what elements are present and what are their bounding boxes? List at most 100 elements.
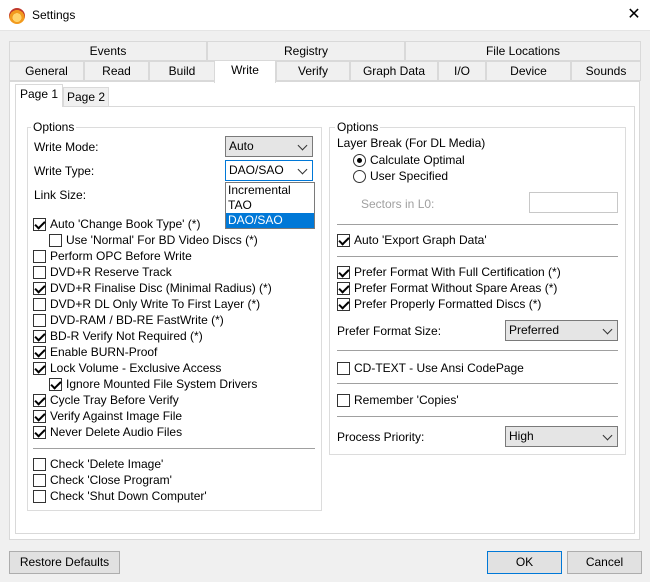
cancel-button[interactable]: Cancel [567,551,642,574]
radio-calculate-optimal[interactable]: Calculate Optimal [353,152,465,168]
checkbox-icon [337,265,350,279]
write-mode-label: Write Mode: [34,140,99,154]
restore-defaults-button[interactable]: Restore Defaults [9,551,120,574]
layer-break-label: Layer Break (For DL Media) [337,136,486,150]
checkbox-icon [33,281,46,295]
write-type-option-tao[interactable]: TAO [226,198,314,213]
check-remember-copies[interactable]: Remember 'Copies' [337,392,459,408]
separator [337,350,618,351]
check-cdtext-ansi[interactable]: CD-TEXT - Use Ansi CodePage [337,360,524,376]
app-icon [9,8,25,24]
check-dvdr-dl-first-layer[interactable]: DVD+R DL Only Write To First Layer (*) [33,296,260,312]
tab-general[interactable]: General [9,61,84,81]
checkbox-icon [49,377,62,391]
tab-graph-data[interactable]: Graph Data [350,61,438,81]
checkbox-icon [337,297,350,311]
check-never-delete-audio[interactable]: Never Delete Audio Files [33,424,182,440]
checkbox-icon [337,281,350,295]
checkbox-icon [33,217,46,231]
ok-button[interactable]: OK [487,551,562,574]
checkbox-icon [33,313,46,327]
priority-value: High [509,429,534,443]
checkbox-icon [33,249,46,263]
tab-file-locations[interactable]: File Locations [405,41,641,61]
check-lock-volume[interactable]: Lock Volume - Exclusive Access [33,360,221,376]
separator [337,256,618,257]
link-size-label: Link Size: [34,188,87,202]
write-type-value: DAO/SAO [229,163,284,177]
check-auto-change-book-type[interactable]: Auto 'Change Book Type' (*) [33,216,200,232]
check-prefer-no-spare[interactable]: Prefer Format Without Spare Areas (*) [337,280,557,296]
right-group-label: Options [335,120,381,134]
checkbox-icon [33,265,46,279]
checkbox-icon [337,393,350,407]
title-bar [0,0,650,31]
tab-page-1[interactable]: Page 1 [15,84,63,107]
check-ignore-mounted-fs[interactable]: Ignore Mounted File System Drivers [49,376,257,392]
check-bdr-verify-not-required[interactable]: BD-R Verify Not Required (*) [33,328,203,344]
close-icon[interactable]: ✕ [622,4,646,26]
check-shut-down-computer[interactable]: Check 'Shut Down Computer' [33,488,207,504]
check-close-program[interactable]: Check 'Close Program' [33,472,172,488]
separator [337,383,618,384]
checkbox-icon [33,457,46,471]
tab-events[interactable]: Events [9,41,207,61]
check-verify-against-image[interactable]: Verify Against Image File [33,408,182,424]
tab-registry[interactable]: Registry [207,41,405,61]
check-cycle-tray[interactable]: Cycle Tray Before Verify [33,392,179,408]
sectors-input[interactable] [529,192,618,213]
sectors-label: Sectors in L0: [361,197,435,211]
check-use-normal-bd-video[interactable]: Use 'Normal' For BD Video Discs (*) [49,232,258,248]
format-size-select[interactable]: Preferred [505,320,618,341]
check-dvdram-fastwrite[interactable]: DVD-RAM / BD-RE FastWrite (*) [33,312,224,328]
checkbox-icon [49,233,62,247]
check-perform-opc[interactable]: Perform OPC Before Write [33,248,192,264]
tab-device[interactable]: Device [486,61,571,81]
check-dvdr-reserve-track[interactable]: DVD+R Reserve Track [33,264,172,280]
tab-write[interactable]: Write [214,60,276,83]
tab-build[interactable]: Build [149,61,215,81]
write-type-option-dao-sao[interactable]: DAO/SAO [226,213,314,228]
radio-icon [353,153,366,167]
checkbox-icon [33,425,46,439]
separator [33,448,315,449]
check-prefer-properly-formatted[interactable]: Prefer Properly Formatted Discs (*) [337,296,541,312]
tab-read[interactable]: Read [84,61,149,81]
check-auto-export-graph[interactable]: Auto 'Export Graph Data' [337,232,487,248]
chevron-down-icon [297,164,308,175]
check-dvdr-finalise[interactable]: DVD+R Finalise Disc (Minimal Radius) (*) [33,280,272,296]
tab-sounds[interactable]: Sounds [571,61,641,81]
write-type-select[interactable]: DAO/SAO [225,160,313,181]
window-title: Settings [32,8,76,22]
format-size-label: Prefer Format Size: [337,324,442,338]
write-type-label: Write Type: [34,164,95,178]
format-size-value: Preferred [509,323,560,337]
priority-select[interactable]: High [505,426,618,447]
chevron-down-icon [602,430,613,441]
priority-label: Process Priority: [337,430,425,444]
checkbox-icon [33,297,46,311]
separator [337,416,618,417]
tab-page-2[interactable]: Page 2 [63,87,109,107]
checkbox-icon [33,393,46,407]
checkbox-icon [33,489,46,503]
radio-user-specified[interactable]: User Specified [353,168,448,184]
left-group-label: Options [31,120,77,134]
checkbox-icon [337,233,350,247]
checkbox-icon [33,361,46,375]
check-delete-image[interactable]: Check 'Delete Image' [33,456,163,472]
tab-io[interactable]: I/O [438,61,486,81]
check-enable-burn-proof[interactable]: Enable BURN-Proof [33,344,157,360]
checkbox-icon [33,345,46,359]
checkbox-icon [33,329,46,343]
radio-icon [353,169,366,183]
write-type-option-incremental[interactable]: Incremental [226,183,314,198]
chevron-down-icon [297,140,308,151]
write-mode-select[interactable]: Auto [225,136,313,157]
check-prefer-full-cert[interactable]: Prefer Format With Full Certification (*… [337,264,561,280]
tab-verify[interactable]: Verify [276,61,350,81]
checkbox-icon [337,361,350,375]
separator [337,224,618,225]
chevron-down-icon [602,324,613,335]
write-mode-value: Auto [229,139,254,153]
